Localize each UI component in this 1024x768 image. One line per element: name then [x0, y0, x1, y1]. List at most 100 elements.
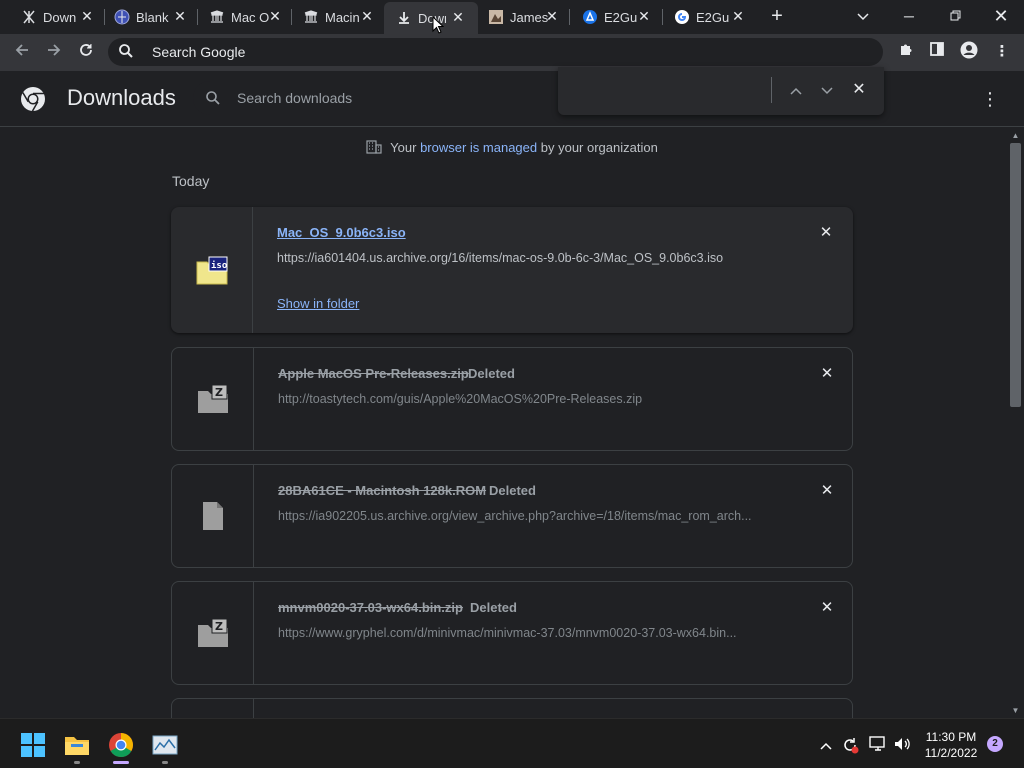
tab-separator — [291, 9, 292, 25]
taskbar: 11:30 PM 11/2/2022 2 — [0, 718, 1024, 768]
close-tab-icon[interactable]: ✕ — [544, 8, 560, 24]
download-icon-column: Z — [172, 348, 254, 450]
section-heading-today: Today — [172, 173, 210, 189]
globe-icon — [114, 9, 130, 25]
find-separator — [771, 77, 772, 103]
app-indicator — [162, 761, 168, 764]
tab-separator — [197, 9, 198, 25]
photo-icon — [488, 9, 504, 25]
e2-icon — [582, 9, 598, 25]
find-next-icon[interactable] — [816, 79, 838, 101]
sync-status-icon[interactable] — [841, 736, 859, 754]
tab-e2guide-2[interactable]: E2Gu ✕ — [674, 4, 746, 30]
close-tab-icon[interactable]: ✕ — [730, 8, 746, 24]
show-in-folder-link[interactable]: Show in folder — [277, 296, 359, 311]
volume-icon[interactable] — [893, 736, 911, 754]
building-icon — [366, 140, 382, 154]
tab-strip: Down ✕ Blank ✕ Mac O ✕ Macin ✕ Dow ✕ Jam… — [0, 0, 1024, 34]
download-filename-link[interactable]: Mac_OS_9.0b6c3.iso — [277, 225, 406, 240]
archive-building-icon — [209, 9, 225, 25]
profile-avatar-icon[interactable] — [958, 41, 980, 63]
show-hidden-icons-chevron-icon[interactable] — [817, 736, 835, 754]
close-tab-icon[interactable]: ✕ — [79, 8, 95, 24]
download-url: https://www.gryphel.com/d/minivmac/miniv… — [278, 626, 737, 640]
network-icon[interactable] — [869, 736, 887, 754]
monitor-app-icon[interactable] — [152, 732, 178, 758]
close-tab-icon[interactable]: ✕ — [267, 8, 283, 24]
close-tab-icon[interactable]: ✕ — [636, 8, 652, 24]
download-item: Z mnvm0020-37.03-wx64.bin.zip Deleted ht… — [171, 581, 853, 685]
back-button[interactable] — [10, 40, 34, 64]
search-icon — [205, 90, 221, 106]
download-item: Z Apple MacOS Pre-Releases.zip Deleted h… — [171, 347, 853, 451]
svg-text:Z: Z — [215, 386, 223, 399]
downloads-list: Your browser is managed by your organiza… — [0, 127, 1007, 718]
minimize-button[interactable]: ─ — [897, 4, 921, 28]
download-url: http://toastytech.com/guis/Apple%20MacOS… — [278, 392, 643, 406]
tab-james[interactable]: James ✕ — [488, 4, 560, 30]
chrome-logo-icon — [20, 86, 46, 112]
svg-text:iso: iso — [211, 260, 227, 271]
download-filename: mnvm0020-37.03-wx64.bin.zip — [278, 600, 463, 615]
archive-org-icon — [21, 9, 37, 25]
new-tab-button[interactable]: + — [767, 6, 787, 26]
tab-blank[interactable]: Blank ✕ — [114, 4, 188, 30]
download-url: https://ia902205.us.archive.org/view_arc… — [278, 509, 752, 523]
tab-separator — [104, 9, 105, 25]
extensions-puzzle-icon[interactable] — [895, 41, 917, 63]
download-icon — [396, 10, 412, 26]
download-item: 28BA61CE - Macintosh 128k.ROM Deleted ht… — [171, 464, 853, 568]
generic-file-icon — [196, 500, 230, 532]
find-close-icon[interactable]: ✕ — [848, 79, 870, 101]
find-previous-icon[interactable] — [785, 79, 807, 101]
close-tab-icon[interactable]: ✕ — [450, 9, 466, 25]
tab-downloads-active[interactable]: Down ✕ — [384, 2, 478, 34]
google-icon — [674, 9, 690, 25]
reload-button[interactable] — [74, 40, 98, 64]
tab-macintosh[interactable]: Macin ✕ — [303, 4, 375, 30]
remove-download-button[interactable]: ✕ — [817, 598, 837, 618]
forward-button[interactable] — [42, 40, 66, 64]
close-tab-icon[interactable]: ✕ — [359, 8, 375, 24]
chrome-menu-icon[interactable]: ⋮ — [991, 41, 1013, 63]
page-title: Downloads — [67, 85, 176, 110]
mouse-cursor-icon — [432, 15, 445, 34]
search-icon — [118, 43, 136, 61]
tab-separator — [569, 9, 570, 25]
download-icon-column — [172, 465, 254, 567]
managed-link[interactable]: browser is managed — [420, 140, 537, 155]
remove-download-button[interactable]: ✕ — [817, 481, 837, 501]
chrome-taskbar-icon[interactable] — [108, 732, 134, 758]
notification-badge[interactable]: 2 — [987, 736, 1003, 752]
tab-downloads-archive[interactable]: Down ✕ — [21, 4, 95, 30]
remove-download-button[interactable]: ✕ — [817, 364, 837, 384]
close-tab-icon[interactable]: ✕ — [172, 8, 188, 24]
address-bar[interactable] — [108, 38, 883, 66]
scroll-up-arrow-icon[interactable]: ▲ — [1009, 131, 1022, 141]
download-status: Deleted — [489, 483, 536, 498]
scrollbar-thumb[interactable] — [1010, 143, 1021, 407]
tab-search-chevron-icon[interactable] — [851, 4, 875, 28]
tab-separator — [662, 9, 663, 25]
app-indicator — [74, 761, 80, 764]
downloads-menu-icon[interactable]: ⋮ — [978, 87, 1002, 111]
download-icon-column: Z — [172, 582, 254, 684]
download-filename: Apple MacOS Pre-Releases.zip — [278, 366, 469, 381]
scroll-down-arrow-icon[interactable]: ▼ — [1009, 706, 1022, 716]
zip-file-icon: Z — [196, 383, 230, 415]
tab-e2guide-1[interactable]: E2Gu ✕ — [582, 4, 652, 30]
svg-text:Z: Z — [215, 620, 223, 633]
zip-file-icon: Z — [196, 617, 230, 649]
tab-mac-os[interactable]: Mac O ✕ — [209, 4, 283, 30]
address-input[interactable] — [152, 42, 752, 62]
file-explorer-icon[interactable] — [64, 732, 90, 758]
browser-toolbar: ⋮ — [0, 34, 1024, 71]
download-status: Deleted — [468, 366, 515, 381]
side-panel-icon[interactable] — [926, 41, 948, 63]
remove-download-button[interactable]: ✕ — [816, 223, 836, 243]
restore-button[interactable] — [943, 4, 967, 28]
download-filename: 28BA61CE - Macintosh 128k.ROM — [278, 483, 487, 498]
taskbar-clock[interactable]: 11:30 PM 11/2/2022 — [921, 729, 981, 761]
windows-start-icon[interactable] — [20, 732, 46, 758]
close-window-button[interactable]: ✕ — [989, 4, 1013, 28]
